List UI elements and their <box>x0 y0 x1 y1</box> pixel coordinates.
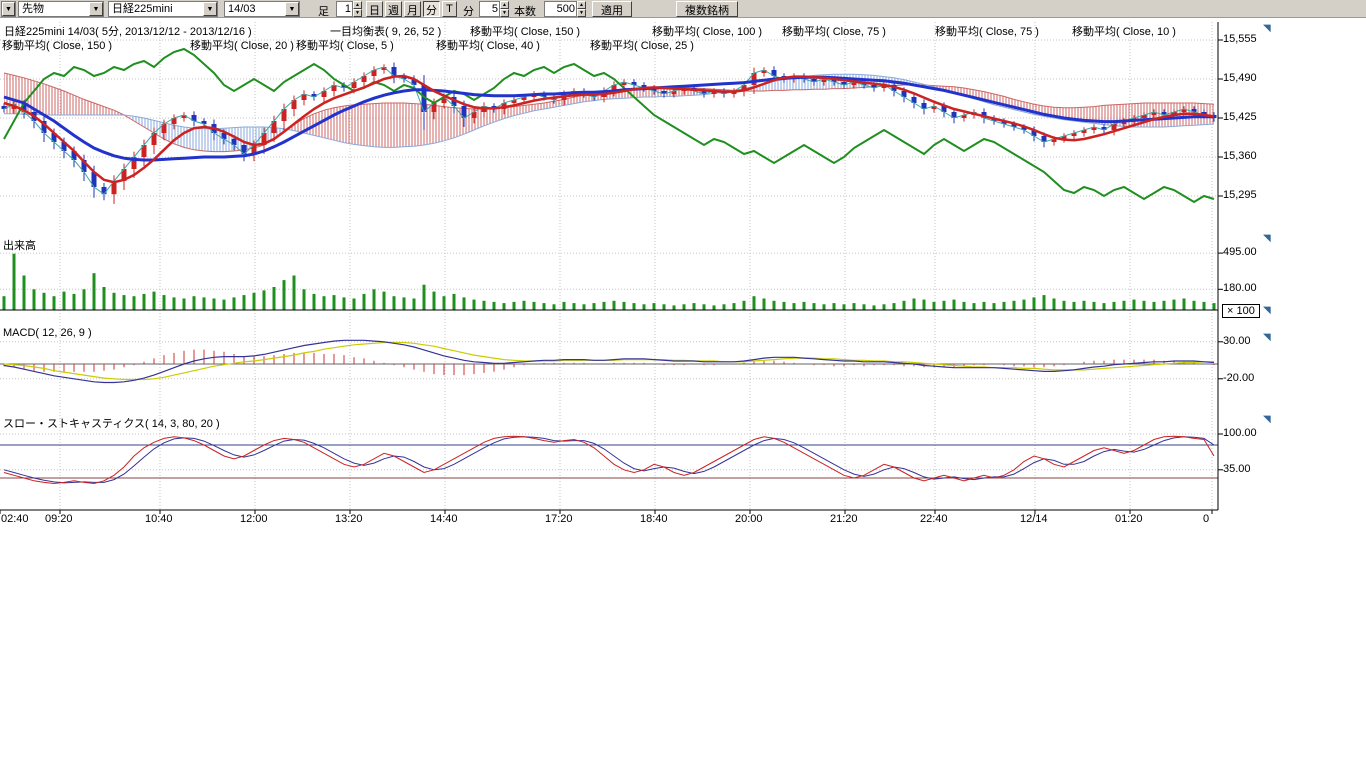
mini-combobox[interactable]: ▼ <box>1 1 16 17</box>
symbol-combobox[interactable]: 日経225mini ▼ <box>108 1 218 17</box>
chart-legend-item: 移動平均( Close, 75 ) <box>782 23 886 39</box>
macd-axis-label: -20.00 <box>1223 372 1254 384</box>
chart-legend-item: 移動平均( Close, 40 ) <box>436 37 540 53</box>
time-axis-label: 20:00 <box>735 513 763 525</box>
market-combobox[interactable]: 先物 ▼ <box>18 1 104 17</box>
timeframe-day-button[interactable]: 日 <box>366 1 383 17</box>
chevron-down-icon: ▼ <box>2 2 15 16</box>
chart-legend-item: 移動平均( Close, 10 ) <box>1072 23 1176 39</box>
time-axis-label: 22:40 <box>920 513 948 525</box>
volume-axis-label: 495.00 <box>1223 246 1257 258</box>
minute-spinner[interactable]: ▲▼ <box>479 1 509 17</box>
contract-month-combobox[interactable]: 14/03 ▼ <box>224 1 300 17</box>
pane-scale-arrow-icon[interactable]: ◥ <box>1263 234 1271 244</box>
pane-scale-arrow-icon[interactable]: ◥ <box>1263 24 1271 34</box>
time-axis-label: 01:20 <box>1115 513 1143 525</box>
volume-pane-label: 出来高 <box>3 237 36 253</box>
timeframe-month-button[interactable]: 月 <box>404 1 421 17</box>
price-axis-label: 15,555 <box>1223 33 1257 45</box>
chevron-down-icon: ▼ <box>89 2 103 16</box>
time-axis-label: 02:40 <box>1 513 29 525</box>
chart-application-window: ▼ 先物 ▼ 日経225mini ▼ 14/03 ▼ 足 ▲▼ 日 週 月 分 … <box>0 0 1366 768</box>
market-combobox-value: 先物 <box>19 2 89 16</box>
minute-input[interactable] <box>479 1 500 17</box>
minute-label: 分 <box>463 3 474 19</box>
chart-legend-item: 移動平均( Close, 150 ) <box>2 37 112 53</box>
timeframe-week-button[interactable]: 週 <box>385 1 402 17</box>
volume-multiplier-badge: × 100 <box>1222 304 1260 318</box>
chevron-down-icon: ▼ <box>203 2 217 16</box>
apply-button[interactable]: 適用 <box>592 1 632 17</box>
stochastics-pane-label: スロー・ストキャスティクス( 14, 3, 80, 20 ) <box>3 415 220 431</box>
macd-axis-label: 30.00 <box>1223 335 1251 347</box>
time-axis-label: 14:40 <box>430 513 458 525</box>
chart-legend-item: 移動平均( Close, 25 ) <box>590 37 694 53</box>
macd-pane-label: MACD( 12, 26, 9 ) <box>3 327 92 339</box>
price-axis-label: 15,425 <box>1223 111 1257 123</box>
stoch-axis-label: 100.00 <box>1223 427 1257 439</box>
time-axis-label: 21:20 <box>830 513 858 525</box>
symbol-combobox-value: 日経225mini <box>109 2 203 16</box>
volume-axis-label: 180.00 <box>1223 282 1257 294</box>
time-axis-label: 13:20 <box>335 513 363 525</box>
bar-count-spinner[interactable]: ▲▼ <box>336 1 362 17</box>
price-axis-label: 15,360 <box>1223 150 1257 162</box>
time-axis-label: 0 <box>1203 513 1209 525</box>
bar-count-label: 本数 <box>514 3 536 19</box>
contract-combobox-value: 14/03 <box>225 2 285 16</box>
price-axis-label: 15,490 <box>1223 72 1257 84</box>
pane-scale-arrow-icon[interactable]: ◥ <box>1263 333 1271 343</box>
spinner-arrows-icon[interactable]: ▲▼ <box>353 1 362 17</box>
stoch-axis-label: 35.00 <box>1223 463 1251 475</box>
price-axis-label: 15,295 <box>1223 189 1257 201</box>
chevron-down-icon: ▼ <box>285 2 299 16</box>
pane-scale-arrow-icon[interactable]: ◥ <box>1263 306 1271 316</box>
bar-type-label: 足 <box>318 3 329 19</box>
time-axis-label: 09:20 <box>45 513 73 525</box>
count-input[interactable] <box>544 1 577 17</box>
chart-legend-item: 移動平均( Close, 20 ) <box>190 37 294 53</box>
time-axis-label: 12:00 <box>240 513 268 525</box>
chart-legend-item: 移動平均( Close, 75 ) <box>935 23 1039 39</box>
toolbar: ▼ 先物 ▼ 日経225mini ▼ 14/03 ▼ 足 ▲▼ 日 週 月 分 … <box>0 0 1366 18</box>
chart-overlay: 出来高 MACD( 12, 26, 9 ) スロー・ストキャスティクス( 14,… <box>0 0 1366 540</box>
chart-legend-item: 移動平均( Close, 5 ) <box>296 37 394 53</box>
time-axis-label: 17:20 <box>545 513 573 525</box>
spinner-arrows-icon[interactable]: ▲▼ <box>577 1 586 17</box>
multi-symbol-button[interactable]: 複数銘柄 <box>676 1 738 17</box>
count-spinner[interactable]: ▲▼ <box>544 1 586 17</box>
bar-count-input[interactable] <box>336 1 353 17</box>
time-axis-label: 10:40 <box>145 513 173 525</box>
timeframe-tick-button[interactable]: T <box>442 1 457 17</box>
timeframe-minute-button[interactable]: 分 <box>423 1 440 17</box>
time-axis-label: 12/14 <box>1020 513 1048 525</box>
time-axis-label: 18:40 <box>640 513 668 525</box>
spinner-arrows-icon[interactable]: ▲▼ <box>500 1 509 17</box>
pane-scale-arrow-icon[interactable]: ◥ <box>1263 415 1271 425</box>
